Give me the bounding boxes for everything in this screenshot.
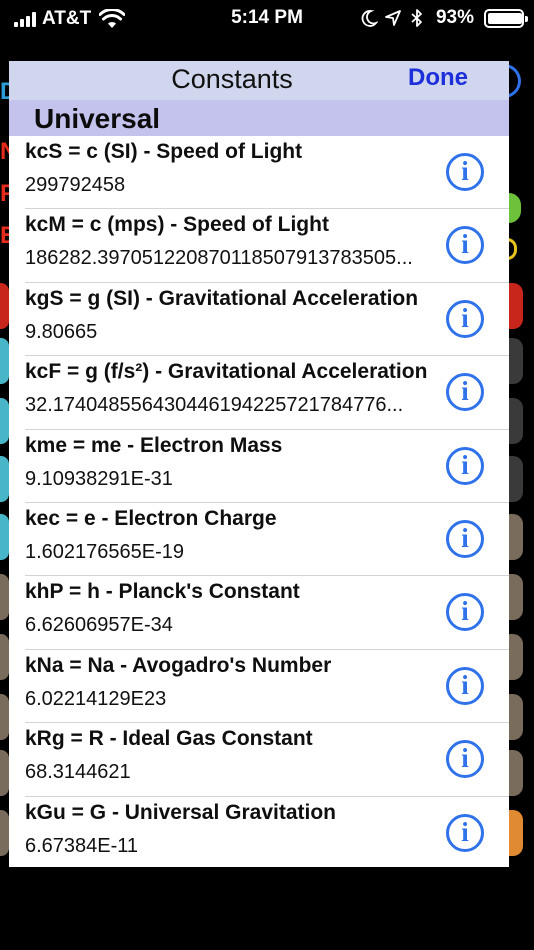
constant-row[interactable]: kRg = R - Ideal Gas Constant 68.3144621 … [9, 723, 509, 797]
info-icon[interactable]: i [446, 593, 484, 632]
constant-row[interactable]: kcF = g (f/s²) - Gravitational Accelerat… [9, 356, 509, 430]
background-button [509, 750, 523, 796]
constant-value: 6.62606957E-34 [25, 614, 173, 637]
background-button [509, 456, 523, 502]
location-icon [385, 10, 401, 26]
constant-row[interactable]: kec = e - Electron Charge 1.602176565E-1… [9, 502, 509, 577]
page-title: Constants [171, 64, 293, 94]
constant-title: kec = e - Electron Charge [25, 506, 277, 530]
constant-value: 1.602176565E-19 [25, 540, 185, 563]
info-icon[interactable]: i [446, 226, 484, 265]
constant-value: 6.67384E-11 [25, 834, 139, 857]
constant-row[interactable]: khP = h - Planck's Constant 6.62606957E-… [9, 576, 509, 651]
constant-title: kcM = c (mps) - Speed of Light [25, 213, 329, 237]
info-icon[interactable]: i [446, 519, 484, 558]
constant-title: kcF = g (f/s²) - Gravitational Accelerat… [25, 360, 428, 384]
background-button [509, 810, 523, 856]
constant-value: 9.10938291E-31 [25, 467, 173, 490]
constant-row[interactable]: kGu = G - Universal Gravitation 6.67384E… [9, 796, 509, 867]
info-icon[interactable]: i [446, 373, 484, 412]
constant-value: 6.02214129E23 [25, 687, 167, 710]
background-button [509, 694, 523, 740]
constants-modal: Constants Done Universal kcS = c (SI) - … [9, 61, 509, 867]
info-icon[interactable]: i [446, 740, 484, 779]
constant-value: 186282.397051220870118507913783505... [25, 247, 413, 270]
background-button [0, 456, 9, 502]
constant-value: 9.80665 [25, 320, 98, 343]
constant-title: kgS = g (SI) - Gravitational Acceleratio… [25, 286, 419, 310]
background-button [509, 398, 523, 444]
background-button [0, 810, 9, 856]
background-button [0, 398, 9, 444]
background-button [0, 750, 9, 796]
bluetooth-icon [411, 9, 422, 27]
moon-icon [361, 10, 378, 27]
constant-row[interactable]: kme = me - Electron Mass 9.10938291E-31 … [9, 429, 509, 504]
constant-title: kNa = Na - Avogadro's Number [25, 653, 332, 677]
constant-row[interactable]: kcS = c (SI) - Speed of Light 299792458 … [9, 136, 509, 210]
background-button [509, 574, 523, 620]
background-button [509, 338, 523, 384]
info-icon[interactable]: i [446, 299, 484, 338]
section-header: Universal [9, 100, 509, 136]
status-bar-right: 93% [360, 7, 528, 29]
constant-row[interactable]: kgS = g (SI) - Gravitational Acceleratio… [9, 282, 509, 357]
battery-percent: 93% [435, 7, 474, 28]
background-button [509, 634, 523, 680]
background-button [0, 694, 9, 740]
constant-title: kme = me - Electron Mass [25, 433, 283, 457]
constant-value: 68.3144621 [25, 761, 131, 784]
info-icon[interactable]: i [446, 666, 484, 705]
background-dot [507, 193, 521, 223]
info-icon[interactable]: i [446, 153, 484, 191]
constant-title: kGu = G - Universal Gravitation [25, 800, 337, 824]
info-icon[interactable]: i [446, 446, 484, 485]
background-button [509, 514, 523, 560]
constant-title: kcS = c (SI) - Speed of Light [25, 140, 303, 163]
background-button [509, 283, 523, 329]
done-button[interactable]: Done [408, 64, 468, 92]
constant-value: 32.174048556430446194225721784776... [25, 394, 404, 417]
info-icon[interactable]: i [446, 813, 484, 852]
section-title: Universal [34, 103, 161, 134]
constants-list: kcS = c (SI) - Speed of Light 299792458 … [9, 136, 509, 867]
background-button [0, 514, 9, 560]
status-bar: AT&T 5:14 PM 93% [0, 0, 534, 38]
constant-row[interactable]: kNa = Na - Avogadro's Number 6.02214129E… [9, 649, 509, 724]
constant-title: kRg = R - Ideal Gas Constant [25, 727, 313, 751]
background-button [0, 574, 9, 620]
constant-row[interactable]: kcM = c (mps) - Speed of Light 186282.39… [9, 209, 509, 284]
battery-icon [484, 8, 528, 28]
constant-title: khP = h - Planck's Constant [25, 580, 300, 604]
nav-bar: Constants Done [9, 61, 509, 100]
background-button [0, 338, 9, 384]
background-button [0, 283, 9, 329]
constant-value: 299792458 [25, 174, 126, 196]
background-button [0, 634, 9, 680]
